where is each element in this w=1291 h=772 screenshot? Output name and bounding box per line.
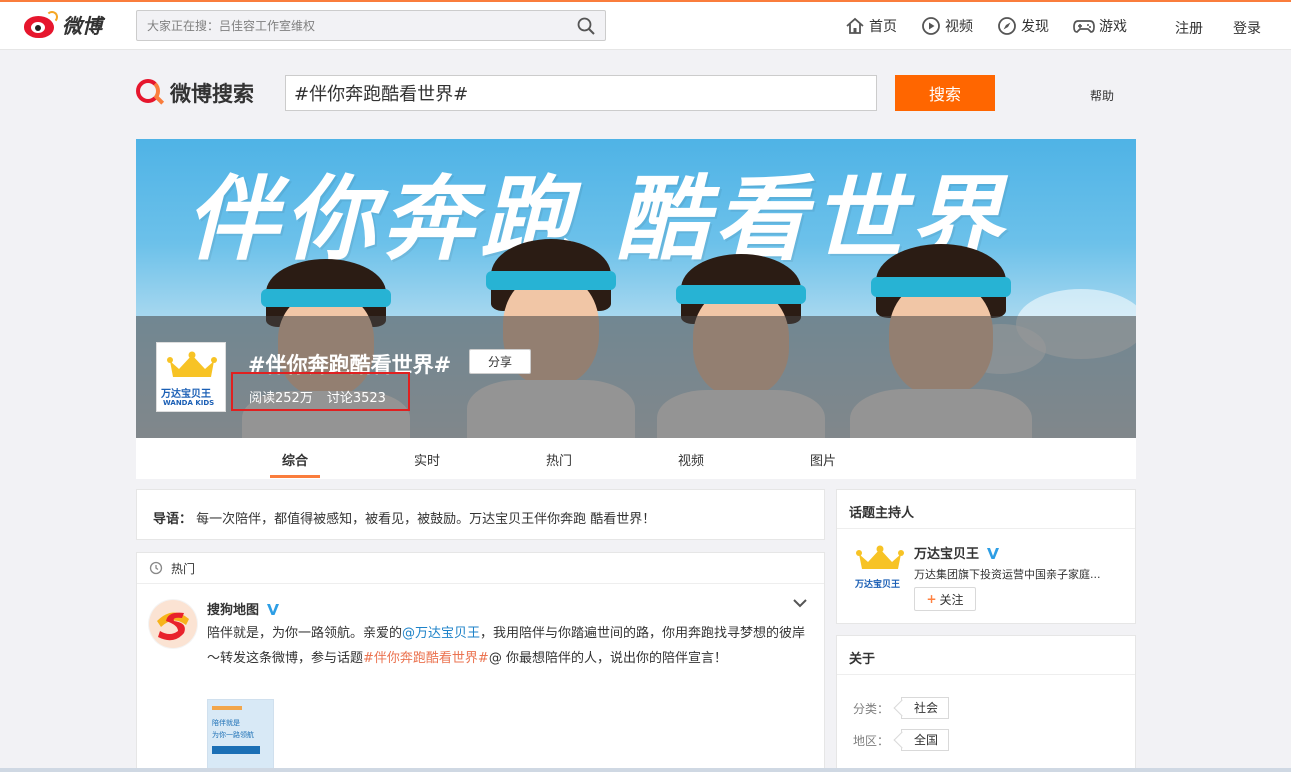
tab-images[interactable]: 图片: [810, 450, 836, 469]
nav-games[interactable]: 游戏: [1073, 14, 1127, 38]
post-author-label: 搜狗地图: [207, 603, 260, 618]
top-search-box: [136, 10, 606, 41]
crown-logo-icon: [167, 351, 217, 377]
chevron-down-icon[interactable]: [792, 597, 808, 609]
host-description: 万达集团旗下投资运营中国亲子家庭...: [914, 568, 1101, 581]
follow-button[interactable]: + 关注: [914, 587, 976, 611]
nav-home-label: 首页: [869, 19, 897, 35]
host-card-title: 话题主持人: [837, 490, 1135, 529]
active-tab-indicator: [270, 475, 320, 478]
avatar-brand-cn: 万达宝贝王: [161, 389, 211, 400]
category-tag[interactable]: 社会: [901, 697, 950, 719]
topic-banner: 伴你奔跑 酷看世界 万达宝贝王 WANDA KIDS #伴你奔跑酷看世界# 分享…: [136, 139, 1136, 438]
tab-general[interactable]: 综合: [282, 450, 308, 469]
post-image-thumbnail[interactable]: 陪伴就是 为你一路领航: [207, 699, 274, 772]
tab-realtime[interactable]: 实时: [414, 450, 440, 469]
home-icon: [846, 17, 864, 34]
post-text-part: @ 你最想陪伴的人，说出你的陪伴宣言！: [488, 651, 727, 666]
verified-icon: [267, 603, 280, 615]
host-avatar-text: 万达宝贝王: [855, 580, 901, 590]
share-button[interactable]: 分享: [469, 349, 531, 374]
host-name[interactable]: 万达宝贝王: [914, 543, 1001, 562]
nav-home[interactable]: 首页: [845, 14, 897, 38]
host-name-label: 万达宝贝王: [914, 547, 980, 562]
sogou-map-logo-icon: [149, 600, 197, 648]
clock-icon: [149, 561, 163, 575]
tab-hot[interactable]: 热门: [546, 450, 572, 469]
feed-card: 热门 搜狗地图 陪伴就是，为你一路领航。亲爱的@万达宝贝王，我用陪伴与你踏遍世间…: [136, 552, 825, 772]
search-logo-icon: [136, 79, 165, 107]
topic-tabs: 综合 实时 热门 视频 图片: [136, 438, 1136, 479]
main-search-input[interactable]: [286, 76, 876, 110]
avatar-brand-en: WANDA KIDS: [163, 399, 215, 407]
host-avatar[interactable]: 万达宝贝王: [855, 545, 905, 590]
register-link[interactable]: 注册: [1175, 18, 1203, 38]
follow-label: 关注: [939, 592, 964, 607]
about-card-title: 关于: [837, 636, 1135, 675]
compass-icon: [998, 17, 1016, 35]
plus-icon: +: [926, 592, 937, 606]
thumb-banner-bar: [212, 746, 260, 754]
thumb-text: 陪伴就是: [212, 719, 240, 727]
nav-discover[interactable]: 发现: [997, 14, 1049, 38]
top-bar: 微博 首页 视频 发现 游戏 注册 登录: [0, 0, 1291, 50]
post-text: 陪伴就是，为你一路领航。亲爱的@万达宝贝王，我用陪伴与你踏遍世间的路，你用奔跑找…: [207, 621, 807, 671]
verified-icon: [987, 547, 1000, 559]
nav-video[interactable]: 视频: [921, 14, 973, 38]
weibo-logo[interactable]: 微博: [24, 10, 102, 39]
nav-discover-label: 发现: [1021, 19, 1049, 35]
feed-section-label: 热门: [171, 561, 196, 576]
main-search-box: [285, 75, 877, 111]
top-search-input[interactable]: [137, 11, 557, 40]
post-author-name[interactable]: 搜狗地图: [207, 599, 281, 618]
thumb-text: 为你一路领航: [212, 731, 254, 739]
thumb-logo-bar: [212, 706, 242, 710]
post-text-part: 陪伴就是，为你一路领航。亲爱的: [207, 626, 403, 641]
logo-text: 微博: [62, 14, 102, 38]
mention-link[interactable]: @万达宝贝王: [402, 626, 480, 641]
feed-section-header: 热门: [137, 553, 824, 584]
about-category-row: 分类： 社会: [853, 697, 950, 719]
region-tag[interactable]: 全国: [901, 729, 950, 751]
topic-lead: 导语： 每一次陪伴，都值得被感知，被看见，被鼓励。万达宝贝王伴你奔跑 酷看世界！: [136, 489, 825, 540]
video-icon: [922, 17, 940, 35]
crown-logo-icon: [856, 545, 904, 569]
category-label: 分类：: [853, 701, 890, 716]
weibo-search-logo[interactable]: 微博搜索: [136, 78, 254, 108]
search-logo-text: 微博搜索: [170, 82, 254, 106]
gamepad-icon: [1073, 20, 1095, 33]
search-icon[interactable]: [577, 17, 595, 35]
hashtag-link[interactable]: #伴你奔跑酷看世界#: [363, 651, 489, 666]
nav-games-label: 游戏: [1099, 19, 1127, 35]
highlight-box: [231, 372, 410, 411]
topic-host-card: 话题主持人 万达宝贝王 万达宝贝王 万达集团旗下投资运营中国亲子家庭... + …: [836, 489, 1136, 624]
about-card: 关于 分类： 社会 地区： 全国: [836, 635, 1136, 772]
lead-text: 每一次陪伴，都值得被感知，被看见，被鼓励。万达宝贝王伴你奔跑 酷看世界！: [196, 512, 656, 527]
post-author-avatar[interactable]: [148, 599, 198, 649]
about-region-row: 地区： 全国: [853, 729, 950, 751]
login-link[interactable]: 登录: [1233, 18, 1261, 38]
topic-avatar[interactable]: 万达宝贝王 WANDA KIDS: [156, 342, 226, 412]
search-button[interactable]: 搜索: [895, 75, 995, 111]
window-bottom-edge: [0, 768, 1291, 772]
tab-video[interactable]: 视频: [678, 450, 704, 469]
weibo-eye-icon: [24, 10, 58, 39]
lead-label: 导语：: [153, 512, 193, 527]
nav-video-label: 视频: [945, 19, 973, 35]
top-nav: 首页 视频 发现 游戏: [845, 14, 1151, 38]
region-label: 地区：: [853, 733, 890, 748]
help-link[interactable]: 帮助: [1090, 87, 1114, 104]
